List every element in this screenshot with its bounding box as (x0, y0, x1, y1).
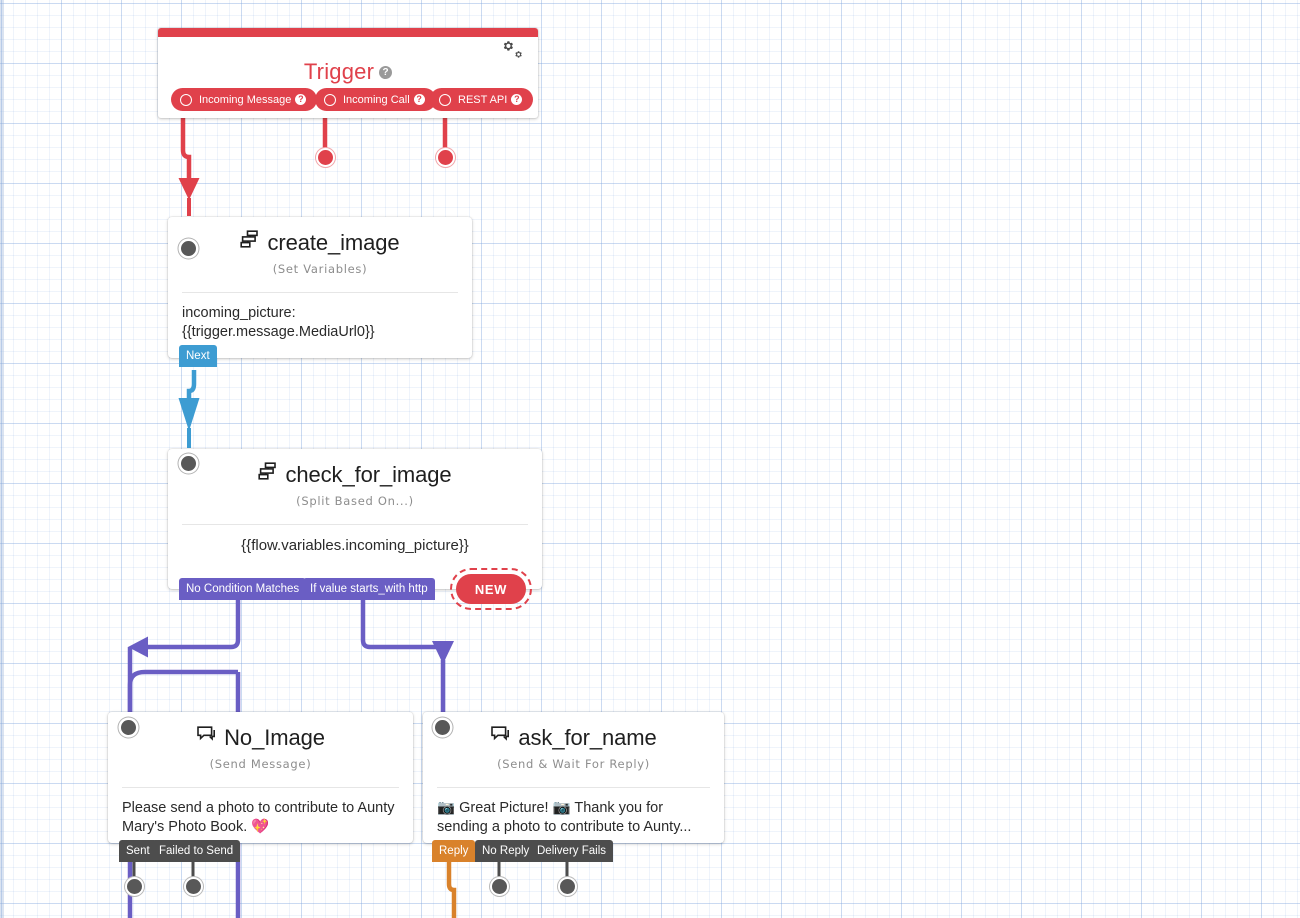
radio-icon (439, 93, 451, 106)
node-subtitle: (Set Variables) (272, 262, 368, 277)
node-no-image[interactable]: No_Image (Send Message) Please send a ph… (108, 712, 413, 843)
help-icon[interactable]: ? (511, 94, 523, 105)
trigger-pill-rest-api[interactable]: REST API ? (430, 88, 534, 111)
output-tab-starts-with-http[interactable]: If value starts_with http (303, 578, 435, 600)
trigger-node[interactable]: Trigger? Incoming Message ? Incoming Cal… (158, 28, 538, 118)
trigger-pill-label: Incoming Call (343, 93, 410, 106)
connector-endpoint-failed-to-send[interactable] (186, 879, 201, 894)
message-bubble-icon (490, 724, 511, 750)
output-tab-no-reply[interactable]: No Reply (475, 840, 537, 862)
connector-endpoint-sent[interactable] (127, 879, 142, 894)
gear-icon[interactable] (500, 40, 526, 64)
node-subtitle: (Send & Wait For Reply) (497, 757, 650, 772)
connector-endpoint-incoming-call[interactable] (318, 150, 333, 165)
node-body-text: {{flow.variables.incoming_picture}} (241, 537, 469, 555)
help-icon[interactable]: ? (379, 65, 393, 79)
node-title: create_image (267, 230, 400, 255)
help-icon[interactable]: ? (413, 94, 425, 105)
node-header: No_Image (Send Message) (108, 712, 413, 779)
node-header: check_for_image (Split Based On...) (168, 449, 542, 516)
wire-ask-for-name-outputs (446, 862, 569, 918)
page-title: Trigger (303, 59, 375, 84)
split-based-on-icon (258, 461, 278, 487)
trigger-title-row: Trigger? (158, 59, 538, 85)
output-tab-failed-to-send[interactable]: Failed to Send (152, 840, 241, 862)
node-title: ask_for_name (518, 725, 657, 750)
node-title: check_for_image (285, 462, 452, 487)
node-header: create_image (Set Variables) (168, 217, 472, 284)
status-badge-new[interactable]: NEW (456, 574, 526, 604)
radio-icon (180, 93, 192, 106)
output-tab-no-condition-matches[interactable]: No Condition Matches (179, 578, 307, 600)
node-create-image[interactable]: create_image (Set Variables) incoming_pi… (168, 217, 472, 358)
output-tab-delivery-fails[interactable]: Delivery Fails (530, 840, 614, 862)
canvas-left-gutter (0, 0, 4, 918)
wire-incoming-message-to-create-image (178, 111, 200, 216)
output-tab-reply[interactable]: Reply (432, 840, 476, 862)
node-title-row: check_for_image (182, 462, 528, 489)
trigger-pill-label: Incoming Message (199, 93, 292, 106)
connector-endpoint-delivery-fails[interactable] (560, 879, 575, 894)
node-title: No_Image (224, 725, 325, 750)
wire-no-image-outputs (132, 862, 195, 882)
node-title-row: create_image (182, 230, 458, 257)
set-variables-icon (240, 229, 260, 255)
radio-icon (324, 93, 336, 106)
trigger-pill-incoming-message[interactable]: Incoming Message ? (171, 88, 318, 111)
connector-endpoint-rest-api[interactable] (438, 150, 453, 165)
output-tab-next[interactable]: Next (179, 345, 217, 367)
wire-next-to-check-for-image (178, 370, 200, 448)
node-subtitle: (Send Message) (209, 757, 312, 772)
message-bubble-icon (196, 724, 217, 750)
node-subtitle: (Split Based On...) (296, 494, 414, 509)
help-icon[interactable]: ? (295, 94, 307, 105)
connector-endpoint-no-reply[interactable] (492, 879, 507, 894)
node-header: ask_for_name (Send & Wait For Reply) (423, 712, 724, 779)
node-ask-for-name[interactable]: ask_for_name (Send & Wait For Reply) 📷 G… (423, 712, 724, 843)
trigger-pill-incoming-call[interactable]: Incoming Call ? (315, 88, 436, 111)
node-title-row: ask_for_name (437, 725, 710, 752)
trigger-pill-label: REST API (458, 93, 508, 106)
trigger-accent-bar (158, 28, 538, 37)
flow-canvas[interactable]: Trigger? Incoming Message ? Incoming Cal… (0, 0, 1300, 918)
wire-starts-with-http-to-ask-for-name (360, 600, 454, 712)
node-title-row: No_Image (122, 725, 399, 752)
